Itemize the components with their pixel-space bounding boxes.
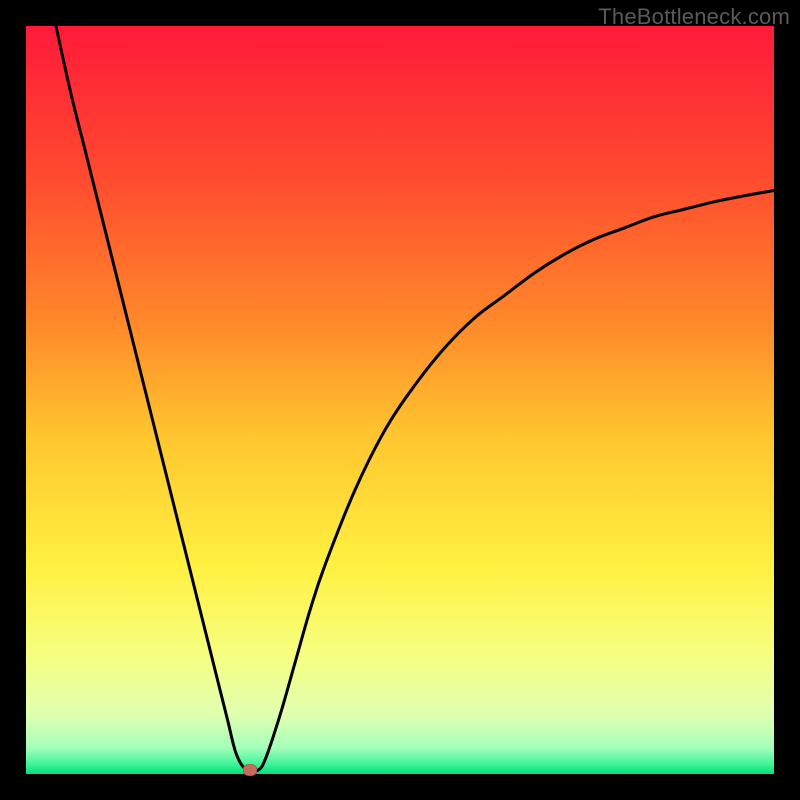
plot-area: [26, 26, 774, 774]
bottleneck-curve: [26, 26, 774, 774]
chart-frame: TheBottleneck.com: [0, 0, 800, 800]
minimum-marker: [243, 764, 257, 776]
watermark-text: TheBottleneck.com: [598, 4, 790, 30]
